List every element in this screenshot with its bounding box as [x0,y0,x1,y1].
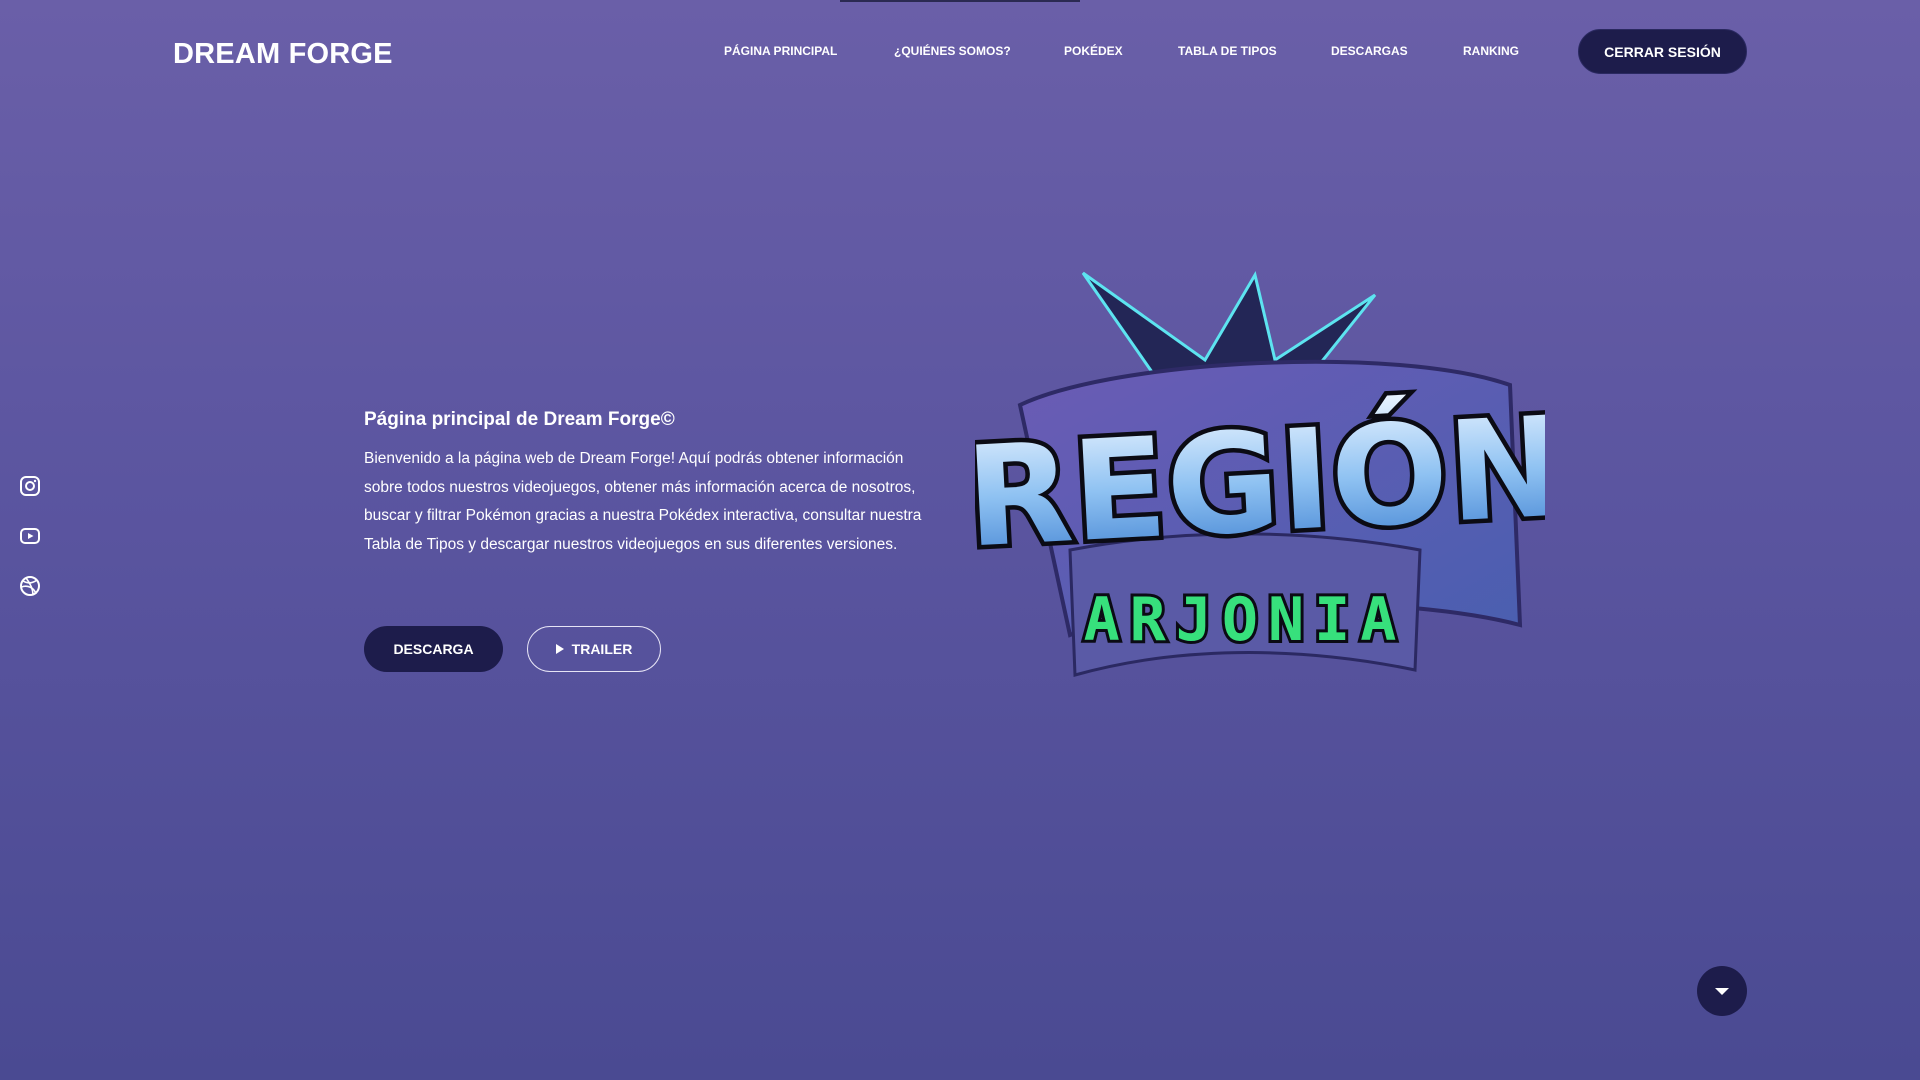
nav-item-type-table[interactable]: TABLA DE TIPOS [1178,44,1277,58]
youtube-icon[interactable] [18,524,42,548]
logout-button[interactable]: CERRAR SESIÓN [1578,29,1747,74]
trailer-button-label: TRAILER [571,641,633,657]
nav-item-home[interactable]: PÁGINA PRINCIPAL [724,44,837,58]
nav-item-ranking[interactable]: RANKING [1463,44,1519,58]
hero-description: Bienvenido a la página web de Dream Forg… [364,450,922,553]
nav-item-pokedex[interactable]: POKÉDEX [1064,44,1123,58]
dribbble-icon[interactable] [18,574,42,598]
chevron-down-icon [1715,987,1729,995]
game-logo: REGIÓN ARJONIA [958,265,1572,695]
logo-subtitle: ARJONIA [1084,585,1407,655]
brand-logo[interactable]: DREAM FORGE [173,38,393,71]
download-button[interactable]: DESCARGA [364,626,503,672]
scroll-down-button[interactable] [1697,966,1747,1016]
play-icon [555,644,564,654]
logo-title: REGIÓN [975,386,1545,578]
nav-item-downloads[interactable]: DESCARGAS [1331,44,1408,58]
nav-item-about[interactable]: ¿QUIÉNES SOMOS? [894,44,1011,58]
hero-title: Página principal de Dream Forge© [364,409,675,430]
instagram-icon[interactable] [18,474,42,498]
top-progress-line [840,0,1080,2]
trailer-button[interactable]: TRAILER [527,626,661,672]
